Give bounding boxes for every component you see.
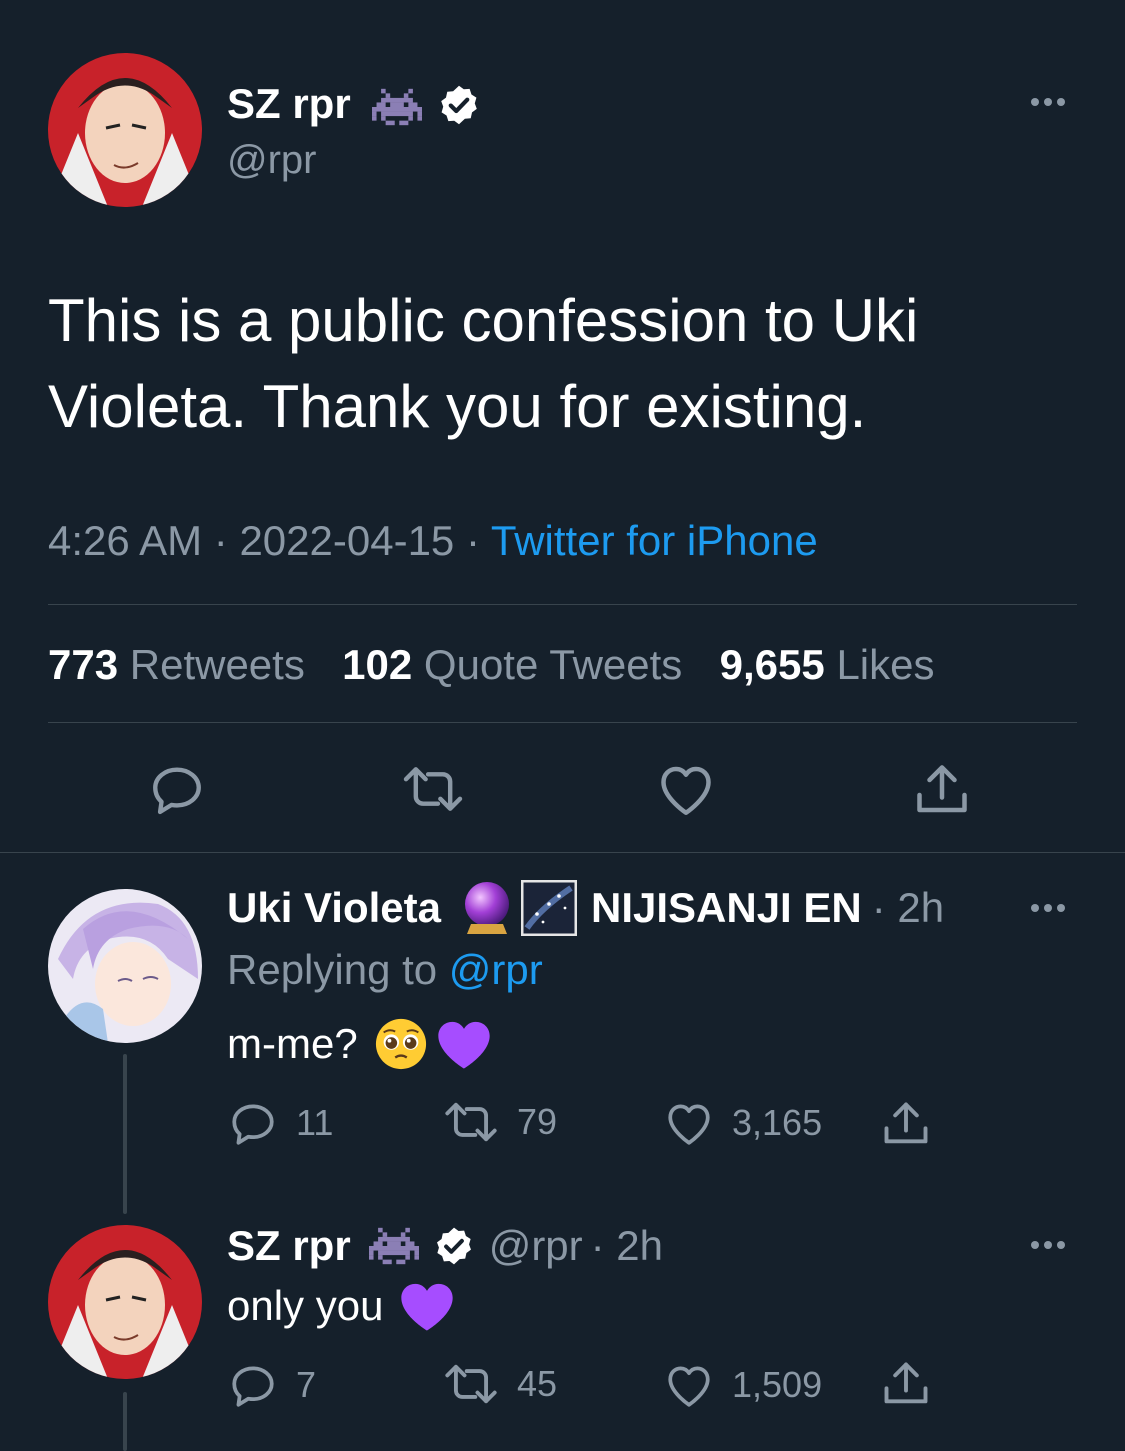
replying-to: Replying to @rpr <box>227 944 543 996</box>
more-icon[interactable] <box>1031 1241 1065 1249</box>
reply1-reply-button[interactable]: 11 <box>228 1098 333 1148</box>
reply1-retweet-button[interactable]: 79 <box>443 1098 557 1146</box>
purple-heart-icon <box>436 1017 492 1071</box>
reply1-like-count: 3,165 <box>732 1102 823 1143</box>
replying-handle-link[interactable]: @rpr <box>449 946 543 993</box>
reply-icon <box>232 1104 274 1145</box>
author-handle[interactable]: @rpr <box>227 136 317 184</box>
reply-button[interactable] <box>148 760 206 818</box>
reply2-share-button[interactable] <box>880 1358 932 1410</box>
share-icon <box>884 1362 928 1404</box>
like-icon <box>661 766 711 815</box>
invader-icon <box>372 87 422 127</box>
quotes-stat[interactable]: 102 Quote Tweets <box>342 641 682 688</box>
reply1-text-row: m-me? <box>227 1016 492 1072</box>
reply2-reply-button[interactable]: 7 <box>228 1360 316 1410</box>
avatar-sz-rpr[interactable] <box>48 1225 202 1379</box>
reply2-retweet-button[interactable]: 45 <box>443 1360 557 1408</box>
reply1-text: m-me? <box>227 1020 358 1067</box>
retweet-button[interactable] <box>400 762 466 816</box>
retweets-label: Retweets <box>129 641 305 688</box>
thread-line <box>123 1392 127 1451</box>
thread-line <box>123 1054 127 1214</box>
divider <box>0 852 1125 853</box>
tweet-text: This is a public confession to Uki Viole… <box>48 287 919 440</box>
tweet-stats: 773 Retweets 102 Quote Tweets 9,655 Like… <box>48 640 935 690</box>
reply1-share-button[interactable] <box>880 1098 932 1150</box>
reply1-like-button[interactable]: 3,165 <box>664 1098 822 1148</box>
reply2-time: · 2h <box>590 1222 664 1269</box>
divider <box>48 604 1077 605</box>
reply1-org: NIJISANJI EN <box>590 884 862 931</box>
tweet-source-link[interactable]: Twitter for iPhone <box>491 517 818 564</box>
retweet-icon <box>445 1102 497 1142</box>
purple-heart-icon <box>399 1279 455 1333</box>
invader-icon <box>368 1226 419 1266</box>
reply2-text-row: only you <box>227 1278 455 1334</box>
reply2-text: only you <box>227 1282 384 1329</box>
quotes-count: 102 <box>342 641 413 688</box>
tweet-time: 4:26 AM <box>48 517 203 564</box>
reply2-like-button[interactable]: 1,509 <box>664 1360 822 1410</box>
share-icon <box>884 1102 928 1144</box>
reply-icon <box>153 767 201 815</box>
reply2-author-name[interactable]: SZ rpr <box>227 1218 351 1274</box>
reply1-author-name[interactable]: Uki Violeta <box>227 880 441 936</box>
avatar-sz-rpr[interactable] <box>48 53 202 207</box>
replying-prefix: Replying to <box>227 946 438 993</box>
reply2-like-count: 1,509 <box>732 1364 823 1405</box>
pleading-face-icon <box>374 1017 428 1071</box>
retweets-count: 773 <box>48 641 119 688</box>
reply1-reply-count: 11 <box>296 1102 334 1143</box>
tweet-date: 2022-04-15 <box>239 517 455 564</box>
reply2-handle[interactable]: @rpr <box>489 1218 583 1274</box>
crystal-ball-icon <box>461 880 513 936</box>
divider <box>48 722 1077 723</box>
author-name[interactable]: SZ rpr <box>227 80 351 128</box>
reply2-retweet-count: 45 <box>517 1363 558 1404</box>
tweet-meta: 4:26 AM · 2022-04-15 · Twitter for iPhon… <box>48 514 818 568</box>
share-icon <box>917 765 967 813</box>
reply-icon <box>232 1366 274 1407</box>
likes-stat[interactable]: 9,655 Likes <box>720 641 935 688</box>
share-button[interactable] <box>912 760 972 820</box>
night-sky-icon <box>520 880 577 936</box>
reply2-reply-count: 7 <box>296 1364 317 1405</box>
more-icon[interactable] <box>1031 98 1065 106</box>
meta-separator: · <box>213 517 228 564</box>
like-icon <box>668 1366 710 1407</box>
retweet-icon <box>403 767 463 811</box>
meta-separator: · <box>465 517 480 564</box>
retweet-icon <box>445 1364 497 1404</box>
quotes-label: Quote Tweets <box>423 641 683 688</box>
reply1-retweet-count: 79 <box>517 1101 558 1142</box>
reply1-time: · 2h <box>871 884 945 931</box>
verified-icon <box>433 1225 475 1267</box>
verified-icon <box>437 83 481 127</box>
like-icon <box>668 1104 710 1145</box>
likes-label: Likes <box>836 641 935 688</box>
reply2-header: SZ rpr @rpr · 2h <box>227 1218 663 1274</box>
retweets-stat[interactable]: 773 Retweets <box>48 641 305 688</box>
avatar-uki-violeta[interactable] <box>48 889 202 1043</box>
more-icon[interactable] <box>1031 904 1065 912</box>
reply1-header: Uki Violeta NIJISANJI EN · 2h <box>227 880 944 936</box>
likes-count: 9,655 <box>719 641 825 688</box>
like-button[interactable] <box>656 760 716 818</box>
